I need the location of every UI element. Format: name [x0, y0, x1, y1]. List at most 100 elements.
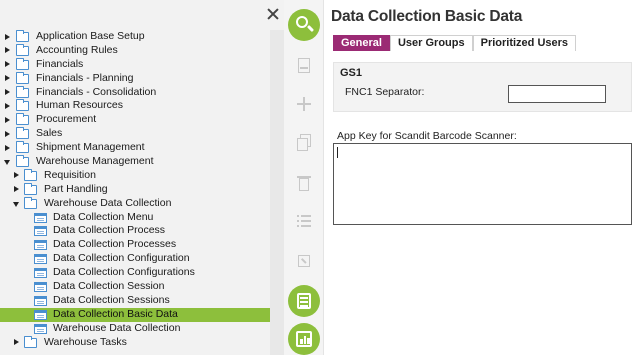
form-icon [34, 323, 47, 334]
tab-user-groups[interactable]: User Groups [389, 35, 473, 51]
list-view-button[interactable] [288, 206, 320, 238]
folder-icon [16, 57, 29, 70]
bar-chart-icon [288, 323, 320, 355]
chevron-down-icon[interactable] [13, 197, 21, 211]
tree-item-requisition[interactable]: Requisition [0, 168, 270, 183]
folder-icon [24, 168, 37, 181]
search-button[interactable] [288, 9, 320, 41]
tree-item-shipment-management[interactable]: Shipment Management [0, 141, 270, 155]
folder-icon [16, 71, 29, 84]
tree-item-label: Sales [36, 127, 63, 140]
tab-prioritized-users[interactable]: Prioritized Users [472, 35, 577, 51]
gs1-group-title: GS1 [340, 67, 363, 79]
tree-item-sales[interactable]: Sales [0, 127, 270, 141]
chevron-right-icon[interactable] [4, 86, 12, 100]
tree-item-financials-planning[interactable]: Financials - Planning [0, 71, 270, 86]
tree-item-label: Warehouse Data Collection [44, 196, 172, 209]
trash-icon [288, 168, 320, 200]
app-key-field[interactable] [333, 143, 632, 225]
tree-item-accounting-rules[interactable]: Accounting Rules [0, 43, 270, 58]
tree-item-label: Warehouse Tasks [44, 335, 127, 348]
gs1-group: GS1 FNC1 Separator: [333, 62, 632, 112]
tree-item-warehouse-management[interactable]: Warehouse Management [0, 155, 270, 169]
chevron-right-icon[interactable] [4, 72, 12, 86]
tree-item-financials[interactable]: Financials [0, 57, 270, 72]
tree-item-data-collection-basic-data[interactable]: Data Collection Basic Data [0, 307, 270, 322]
chevron-right-icon[interactable] [4, 99, 12, 113]
tree-item-label: Shipment Management [36, 141, 145, 154]
chevron-right-icon[interactable] [13, 336, 21, 350]
tree-item-part-handling[interactable]: Part Handling [0, 182, 270, 197]
folder-icon [16, 141, 29, 154]
chevron-right-icon[interactable] [4, 127, 12, 141]
form-icon [34, 254, 47, 265]
navigator-tree: Application Base Setup Accounting Rules Fi… [0, 30, 270, 349]
tree-item-label: Human Resources [36, 99, 123, 112]
tree-item-label: Accounting Rules [36, 43, 118, 56]
tree-item-data-collection-configuration[interactable]: Data Collection Configuration [0, 252, 270, 266]
command-toolbar [284, 0, 324, 355]
form-icon [34, 212, 47, 223]
tree-item-data-collection-session[interactable]: Data Collection Session [0, 280, 270, 294]
tree-item-label: Financials - Planning [36, 71, 134, 84]
app-key-label: App Key for Scandit Barcode Scanner: [337, 130, 517, 142]
tree-item-label: Data Collection Session [53, 280, 165, 293]
details-button[interactable] [288, 285, 320, 317]
navigator-panel: Application Base Setup Accounting Rules Fi… [0, 0, 284, 355]
tree-item-financials-consolidation[interactable]: Financials - Consolidation [0, 85, 270, 100]
chevron-down-icon[interactable] [4, 155, 12, 169]
chevron-right-icon[interactable] [4, 113, 12, 127]
folder-icon [16, 127, 29, 140]
details-list-icon [288, 285, 320, 317]
tree-item-warehouse-tasks[interactable]: Warehouse Tasks [0, 335, 270, 350]
list-icon [288, 206, 320, 238]
delete-button[interactable] [288, 168, 320, 200]
tree-item-data-collection-configurations[interactable]: Data Collection Configurations [0, 266, 270, 280]
folder-icon [24, 196, 37, 209]
folder-icon [16, 43, 29, 56]
text-cursor [337, 147, 338, 158]
add-button[interactable] [288, 88, 320, 120]
analytics-button[interactable] [288, 323, 320, 355]
tree-item-label: Application Base Setup [36, 30, 145, 42]
form-icon [34, 240, 47, 251]
tree-item-label: Warehouse Management [36, 155, 154, 168]
plus-icon [288, 88, 320, 120]
tree-item-label: Part Handling [44, 182, 108, 195]
folder-icon [24, 335, 37, 348]
tree-item-application-base-setup[interactable]: Application Base Setup [0, 30, 270, 44]
close-icon[interactable] [267, 8, 279, 20]
chevron-right-icon[interactable] [4, 30, 12, 44]
page-title: Data Collection Basic Data [331, 8, 523, 25]
tree-item-label: Data Collection Menu [53, 210, 154, 223]
search-icon [288, 9, 320, 41]
tree-item-procurement[interactable]: Procurement [0, 113, 270, 127]
tree-item-label: Data Collection Basic Data [53, 307, 178, 320]
tree-item-human-resources[interactable]: Human Resources [0, 99, 270, 113]
tab-general[interactable]: General [333, 35, 390, 51]
navigator-scrollbar[interactable] [270, 30, 284, 355]
tab-bar: General User Groups Prioritized Users [333, 35, 577, 51]
navigate-button[interactable] [288, 246, 320, 278]
tree-item-data-collection-sessions[interactable]: Data Collection Sessions [0, 294, 270, 308]
tree-item-data-collection-process[interactable]: Data Collection Process [0, 224, 270, 238]
tree-item-warehouse-data-collection[interactable]: Warehouse Data Collection [0, 322, 270, 336]
tree-item-label: Financials [36, 57, 84, 70]
save-button[interactable] [288, 52, 320, 84]
tree-item-data-collection-processes[interactable]: Data Collection Processes [0, 238, 270, 252]
chevron-right-icon[interactable] [4, 44, 12, 58]
chevron-right-icon[interactable] [4, 58, 12, 72]
tree-item-warehouse-data-collection[interactable]: Warehouse Data Collection [0, 196, 270, 211]
fnc1-separator-label: FNC1 Separator: [345, 86, 425, 98]
form-icon [34, 295, 47, 306]
tree-item-label: Financials - Consolidation [36, 85, 157, 98]
form-icon [34, 309, 47, 320]
form-icon [34, 268, 47, 279]
chevron-right-icon[interactable] [4, 141, 12, 155]
duplicate-button[interactable] [288, 128, 320, 160]
tree-item-data-collection-menu[interactable]: Data Collection Menu [0, 211, 270, 225]
navigator-header [0, 0, 284, 30]
fnc1-separator-field[interactable] [508, 85, 606, 103]
chevron-right-icon[interactable] [13, 183, 21, 197]
chevron-right-icon[interactable] [13, 169, 21, 183]
